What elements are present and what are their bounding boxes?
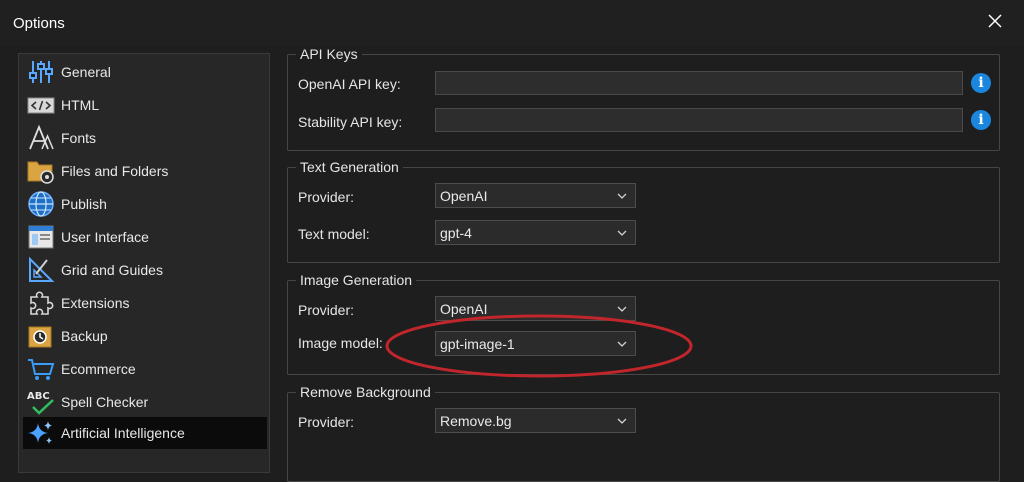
sidebar-item-fonts[interactable]: Fonts [23, 122, 267, 154]
stability-info-icon[interactable]: i [971, 110, 991, 130]
remove-bg-provider-dropdown[interactable]: Remove.bg [435, 408, 636, 433]
sidebar-item-label: User Interface [61, 229, 149, 245]
image-provider-label: Provider: [298, 302, 355, 318]
sidebar-item-label: Ecommerce [61, 361, 136, 377]
sidebar-item-files-and-folders[interactable]: Files and Folders [23, 155, 267, 187]
chevron-down-icon [617, 341, 627, 347]
sidebar-item-publish[interactable]: Publish [23, 188, 267, 220]
openai-api-key-input[interactable] [435, 71, 963, 95]
ruler-icon [27, 256, 55, 284]
sidebar-item-label: Extensions [61, 295, 130, 311]
options-category-list[interactable]: General HTML Fonts Files and Folders Pub… [18, 53, 270, 473]
window-title: Options [13, 15, 65, 32]
sidebar-item-label: Grid and Guides [61, 262, 163, 278]
title-bar: Options [0, 0, 1024, 46]
text-model-label: Text model: [298, 226, 370, 242]
text-provider-value: OpenAI [440, 187, 488, 204]
spellcheck-icon: ABC [27, 388, 55, 416]
close-button[interactable] [978, 6, 1012, 36]
cart-icon [27, 355, 55, 383]
image-generation-legend: Image Generation [296, 272, 417, 288]
sidebar-item-label: Artificial Intelligence [61, 425, 185, 441]
text-provider-dropdown[interactable]: OpenAI [435, 183, 636, 208]
text-generation-legend: Text Generation [296, 159, 403, 175]
chevron-down-icon [617, 418, 627, 424]
chevron-down-icon [617, 193, 627, 199]
sidebar-item-backup[interactable]: Backup [23, 320, 267, 352]
openai-info-icon[interactable]: i [971, 73, 991, 93]
text-model-dropdown[interactable]: gpt-4 [435, 220, 636, 245]
sidebar-item-label: Spell Checker [61, 394, 149, 410]
folder-gear-icon [27, 157, 55, 185]
text-generation-group: Text Generation [287, 159, 1000, 263]
close-icon [988, 14, 1002, 28]
image-generation-group: Image Generation [287, 272, 1000, 375]
image-model-label: Image model: [298, 335, 383, 351]
globe-icon [27, 190, 55, 218]
puzzle-icon [27, 289, 55, 317]
stability-api-key-label: Stability API key: [298, 114, 403, 130]
openai-api-key-label: OpenAI API key: [298, 76, 401, 92]
sparkle-icon [27, 419, 55, 447]
window-icon [27, 223, 55, 251]
sidebar-item-label: Fonts [61, 130, 97, 146]
sidebar-item-user-interface[interactable]: User Interface [23, 221, 267, 253]
sidebar-item-label: Publish [61, 196, 107, 212]
sliders-icon [27, 58, 55, 86]
sidebar-item-label: HTML [61, 97, 100, 113]
chevron-down-icon [617, 230, 627, 236]
image-model-value: gpt-image-1 [440, 335, 515, 352]
remove-background-legend: Remove Background [296, 384, 435, 400]
api-keys-group: API Keys [287, 46, 1000, 151]
svg-text:ABC: ABC [27, 391, 50, 402]
image-model-dropdown[interactable]: gpt-image-1 [435, 331, 636, 356]
sidebar-item-ecommerce[interactable]: Ecommerce [23, 353, 267, 385]
sidebar-item-html[interactable]: HTML [23, 89, 267, 121]
sidebar-item-label: Files and Folders [61, 163, 169, 179]
sidebar-item-label: Backup [61, 328, 108, 344]
sidebar-item-artificial-intelligence[interactable]: Artificial Intelligence [23, 417, 267, 449]
text-model-value: gpt-4 [440, 224, 472, 241]
sidebar-item-label: General [61, 64, 111, 80]
remove-bg-provider-label: Provider: [298, 414, 355, 430]
remove-bg-provider-value: Remove.bg [440, 412, 512, 429]
remove-background-group: Remove Background [287, 384, 1000, 482]
sidebar-item-extensions[interactable]: Extensions [23, 287, 267, 319]
chevron-down-icon [617, 306, 627, 312]
text-provider-label: Provider: [298, 189, 355, 205]
backup-icon [27, 322, 55, 350]
api-keys-legend: API Keys [296, 46, 362, 62]
sidebar-item-grid-and-guides[interactable]: Grid and Guides [23, 254, 267, 286]
stability-api-key-input[interactable] [435, 108, 963, 132]
font-icon [27, 124, 55, 152]
sidebar-item-spell-checker[interactable]: ABC Spell Checker [23, 386, 267, 418]
image-provider-value: OpenAI [440, 300, 488, 317]
code-icon [27, 91, 55, 119]
sidebar-item-general[interactable]: General [23, 56, 267, 88]
image-provider-dropdown[interactable]: OpenAI [435, 296, 636, 321]
